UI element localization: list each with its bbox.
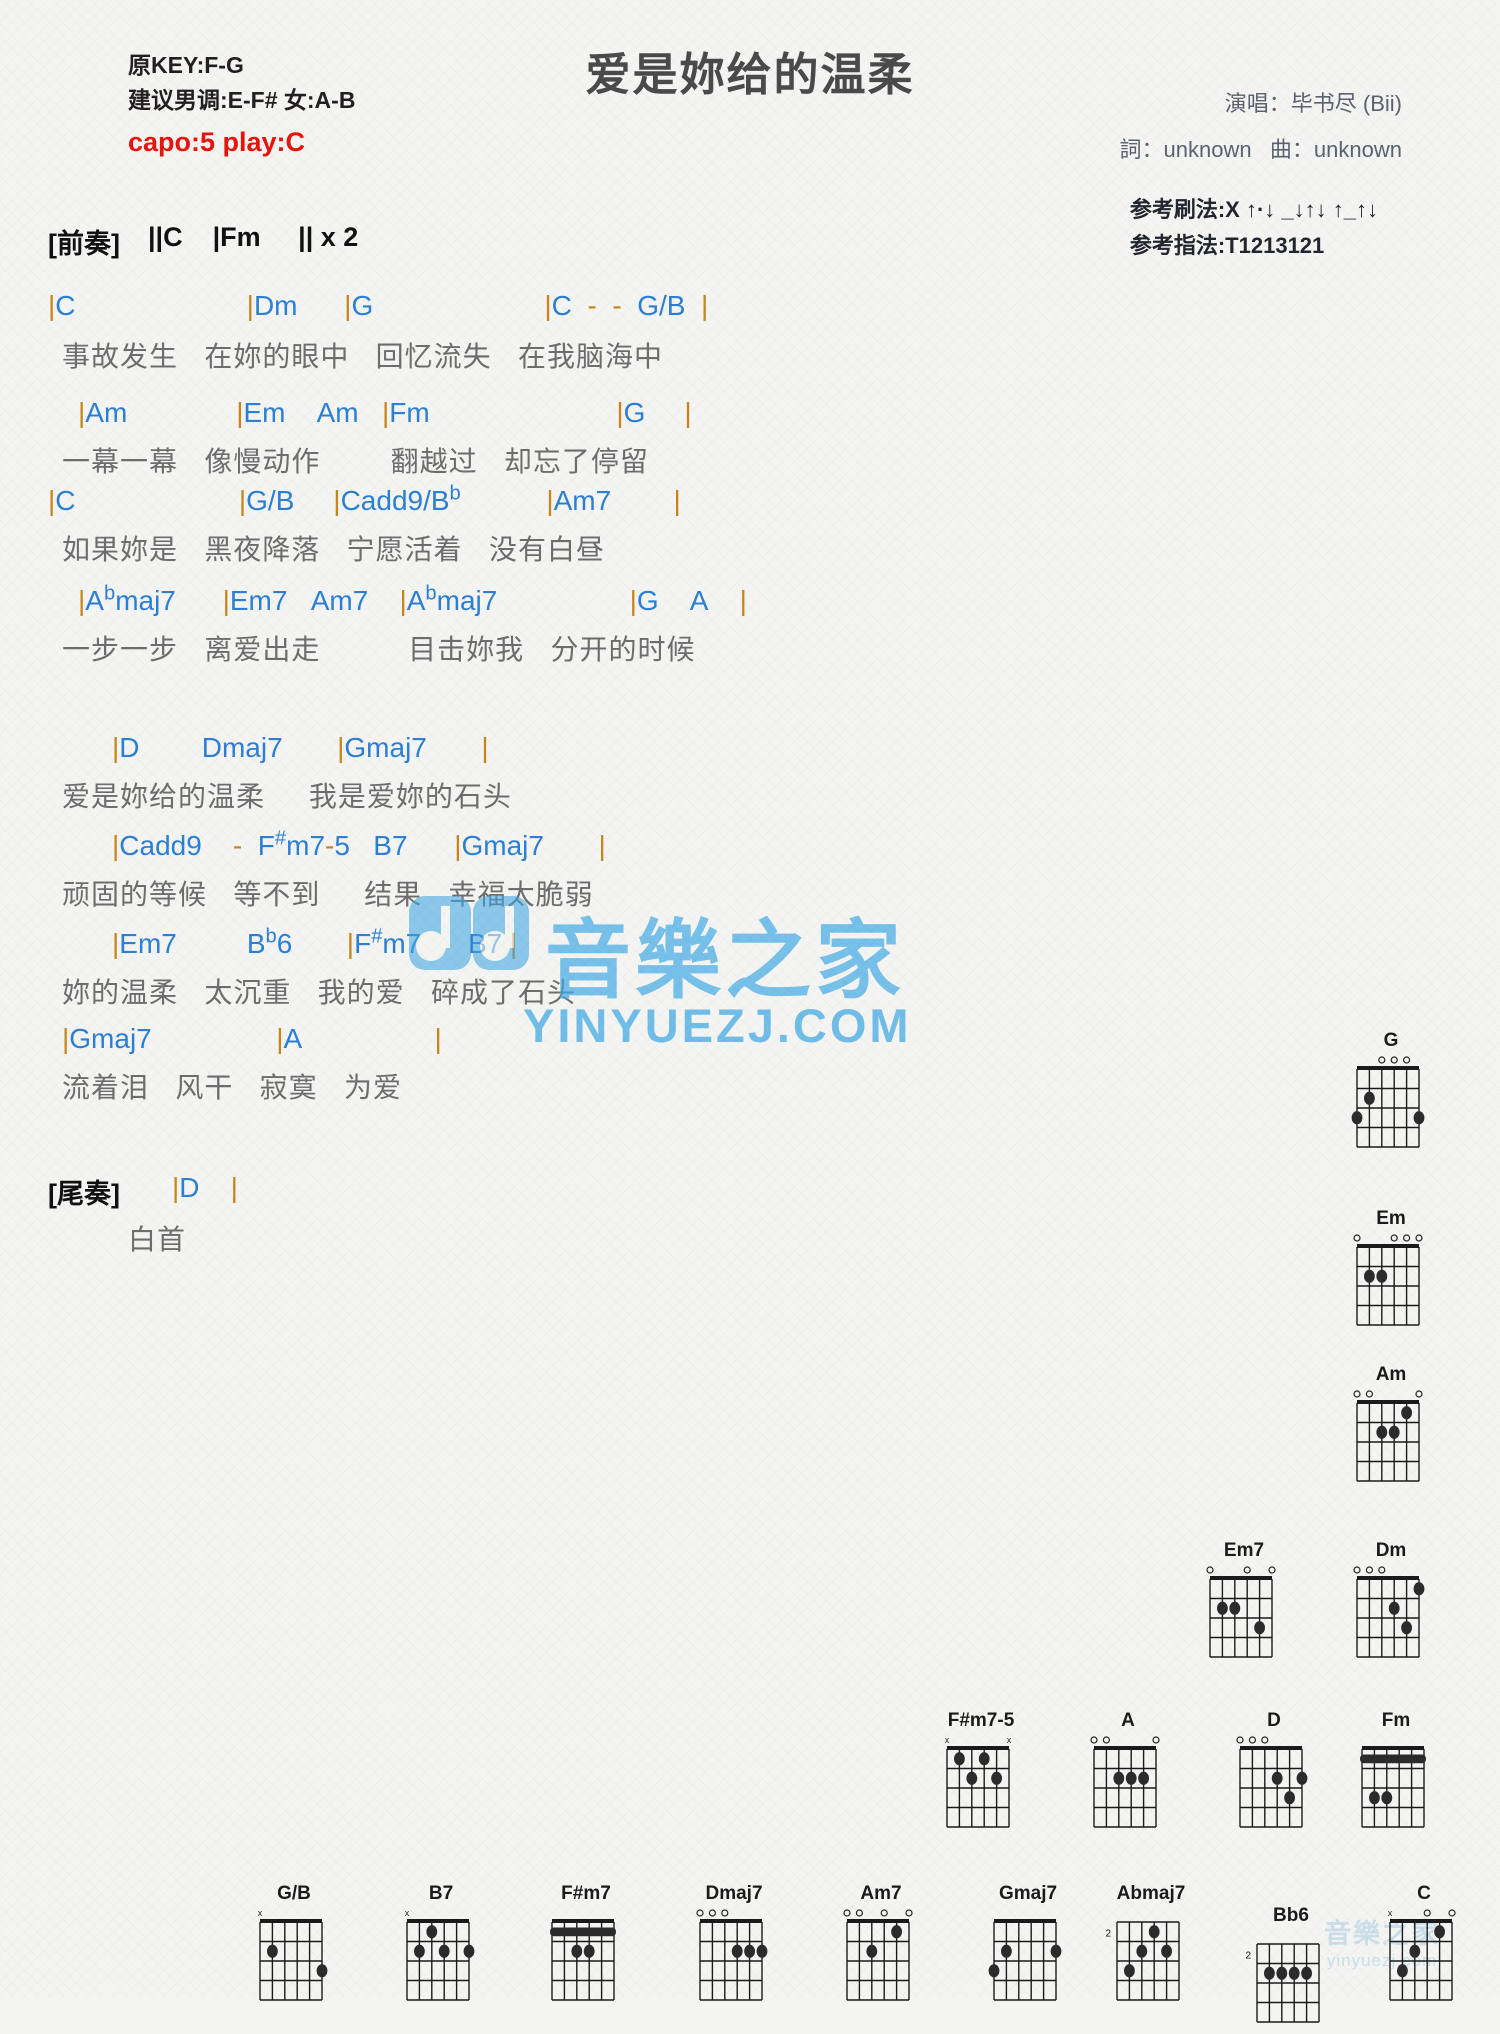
chord-diagram-grid [540, 1908, 632, 2012]
chord-diagram-grid [1345, 1055, 1437, 1159]
chord-diagram-label: F#m7-5 [947, 1710, 1015, 1731]
chord-diagram-fm: Fm [1350, 1710, 1442, 1839]
chord-diagram-label: Dm [1375, 1540, 1407, 1561]
chord-diagram-grid: x [1378, 1908, 1470, 2012]
chord-line: |D Dmaj7 |Gmaj7 | [112, 732, 489, 763]
writer-line: 詞：unknown 曲：unknown [1119, 137, 1402, 162]
chord-line: |D | [172, 1172, 238, 1203]
chord-diagram-bb6: Bb6 2 [1245, 1905, 1337, 2034]
chord-diagram-grid [1345, 1565, 1437, 1669]
chord-diagram-grid [1350, 1735, 1442, 1839]
chord-diagram-g-b: G/B x [248, 1883, 340, 2012]
chord-line: |Abmaj7 |Em7 Am7 |Abmaj7 |G A | [78, 582, 747, 616]
chord-diagram-label: F#m7 [561, 1883, 611, 1904]
chord-diagram-grid [1345, 1389, 1437, 1493]
chord-diagram-grid [1198, 1565, 1290, 1669]
chord-diagram-grid [1345, 1233, 1437, 1337]
singer-line: 演唱：毕书尽 (Bii) [1224, 91, 1402, 116]
chord-diagram-label: Am7 [860, 1883, 902, 1904]
section-label: [尾奏] [48, 1179, 120, 1209]
lyric-line: 一幕一幕 像慢动作 翻越过 却忘了停留 [62, 446, 649, 477]
chord-diagram-grid: 2 [1245, 1930, 1337, 2034]
chord-diagram-label: Dmaj7 [705, 1883, 763, 1904]
chord-diagram-abmaj7: Abmaj7 2 [1105, 1883, 1197, 2012]
chord-diagram-label: G/B [277, 1883, 311, 1904]
chord-diagram-gmaj7: Gmaj7 [982, 1883, 1074, 2012]
chord-diagram-label: G [1383, 1030, 1399, 1051]
svg-text:x: x [1388, 1908, 1393, 1918]
chord-diagram-em: Em [1345, 1208, 1437, 1337]
chord-line: |C |Dm |G |C - - G/B | [48, 290, 709, 321]
chord-diagram-label: Am [1375, 1364, 1407, 1385]
chord-diagram-g: G [1345, 1030, 1437, 1159]
chord-diagram-grid: xx [935, 1735, 1027, 1839]
pattern-block: 参考刷法:X ↑·↓ _↓↑↓ ↑_↑↓ 参考指法:T1213121 [1130, 192, 1378, 265]
chord-diagram-b7: B7 x [395, 1883, 487, 2012]
svg-text:2: 2 [1245, 1951, 1251, 1962]
chord-diagram-grid [688, 1908, 780, 2012]
chord-diagram-grid: 2 [1105, 1908, 1197, 2012]
chord-diagram-dm: Dm [1345, 1540, 1437, 1669]
chord-diagram-label: B7 [428, 1883, 454, 1904]
lyric-line: 如果妳是 黑夜降落 宁愿活着 没有白昼 [62, 534, 606, 565]
svg-text:2: 2 [1105, 1929, 1111, 1940]
watermark-url: YINYUEZJ.COM [523, 999, 912, 1052]
intro-chord-text: ||C |Fm || x 2 [148, 222, 359, 252]
chord-line: |Cadd9 - F#m7-5 B7 |Gmaj7 | [112, 827, 606, 861]
section-label-intro: [前奏] [48, 229, 120, 259]
chord-diagram-grid [1228, 1735, 1320, 1839]
chord-diagram-am: Am [1345, 1364, 1437, 1493]
svg-text:x: x [258, 1908, 263, 1918]
watermark-brand: 音樂之家 [545, 913, 905, 1009]
intro-chord-line: ||C |Fm || x 2 [148, 222, 358, 253]
chord-diagram-grid [835, 1908, 927, 2012]
chord-line: |C |G/B |Cadd9/Bb |Am7 | [48, 482, 681, 516]
credits-block: 演唱：毕书尽 (Bii) 詞：unknown 曲：unknown [1120, 86, 1402, 164]
chord-diagram-c: Cx [1378, 1883, 1470, 2012]
lyric-line: 白首 [128, 1224, 187, 1255]
svg-text:x: x [945, 1735, 950, 1745]
chord-diagram-dmaj7: Dmaj7 [688, 1883, 780, 2012]
chord-diagram-label: D [1267, 1710, 1281, 1731]
lyric-line: 一步一步 离爱出走 目击妳我 分开的时候 [62, 634, 696, 665]
chord-diagram-grid [1082, 1735, 1174, 1839]
chord-diagram-label: Abmaj7 [1116, 1883, 1186, 1904]
chord-diagram-label: Gmaj7 [998, 1883, 1058, 1904]
chord-line: |Am |Em Am |Fm |G | [78, 397, 692, 428]
chord-diagram-label: A [1121, 1710, 1135, 1731]
chord-diagram-label: Em7 [1223, 1540, 1265, 1561]
chord-diagram-grid: x [395, 1908, 487, 2012]
chord-diagram-label: Bb6 [1273, 1905, 1309, 1926]
chord-diagram-label: Em [1376, 1208, 1406, 1229]
chord-diagram-grid: x [248, 1908, 340, 2012]
chord-sheet-page: 原KEY:F-G 建议男调:E-F# 女:A-B capo:5 play:C 爱… [0, 0, 1500, 2023]
lyric-line: 妳的温柔 太沉重 我的爱 碎成了石头 [62, 977, 577, 1008]
chord-diagram-label: C [1417, 1883, 1431, 1904]
chord-diagram-grid [982, 1908, 1074, 2012]
capo-line: capo:5 play:C [128, 126, 306, 157]
chord-line: |Em7 Bb6 |F#m7 B7 | [112, 925, 518, 959]
chord-diagram-am7: Am7 [835, 1883, 927, 2012]
strum-pattern-line: 参考刷法:X ↑·↓ _↓↑↓ ↑_↑↓ [1129, 197, 1378, 222]
lyric-line: 事故发生 在妳的眼中 回忆流失 在我脑海中 [62, 341, 664, 372]
chord-diagram-a: A [1082, 1710, 1174, 1839]
lyric-line: 顽固的等候 等不到 结果 幸福太脆弱 [62, 879, 594, 910]
svg-text:x: x [1007, 1735, 1012, 1745]
chord-line: |Gmaj7 |A | [62, 1023, 442, 1054]
finger-pattern-line: 参考指法:T1213121 [1129, 233, 1325, 259]
chord-diagram-f-m7-5: F#m7-5 x x [935, 1710, 1027, 1839]
chord-diagram-d: D [1228, 1710, 1320, 1839]
svg-text:x: x [405, 1908, 410, 1918]
chord-diagram-em7: Em7 [1198, 1540, 1290, 1669]
chord-diagram-label: Fm [1381, 1710, 1411, 1731]
lyric-line: 爱是妳给的温柔 我是爱妳的石头 [62, 781, 512, 812]
lyric-line: 流着泪 风干 寂寞 为爱 [62, 1072, 403, 1103]
chord-diagram-f-m7: F#m7 [540, 1883, 632, 2012]
